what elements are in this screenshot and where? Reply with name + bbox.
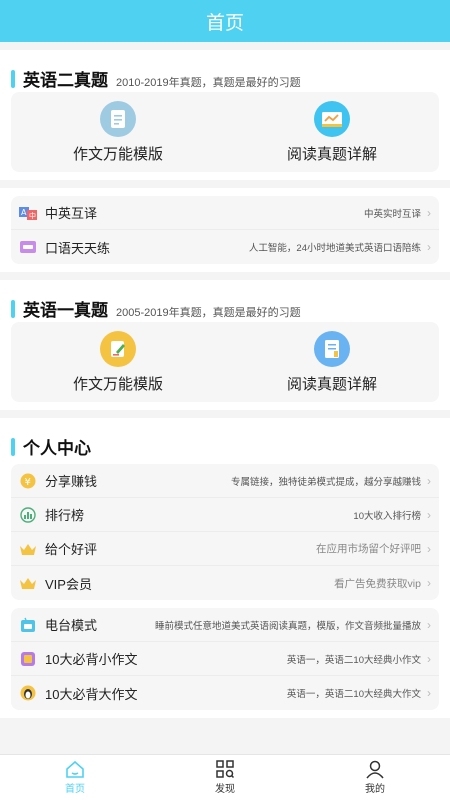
list-item-small-essays[interactable]: 10大必背小作文 英语一，英语二10大经典小作文 › bbox=[11, 642, 439, 676]
chevron-right-icon: › bbox=[427, 507, 431, 522]
chevron-right-icon: › bbox=[427, 473, 431, 488]
chevron-right-icon: › bbox=[427, 205, 431, 220]
list-item-translate[interactable]: A中 中英互译 中英实时互译 › bbox=[11, 196, 439, 230]
tab-label: 首页 bbox=[65, 784, 85, 795]
english2-section: 英语二真题 2010-2019年真题，真题是最好的习题 作文万能模版 阅读真题详… bbox=[0, 50, 450, 180]
translate-icon: A中 bbox=[19, 204, 37, 222]
svg-text:A: A bbox=[21, 208, 27, 217]
tools-list: A中 中英互译 中英实时互译 › 口语天天练 人工智能，24小时地道美式英语口语… bbox=[11, 196, 439, 264]
edit-document-icon bbox=[100, 330, 136, 367]
book-icon bbox=[19, 650, 37, 668]
row-label: 10大必背小作文 bbox=[45, 652, 138, 667]
crown-icon bbox=[19, 540, 37, 558]
chevron-right-icon: › bbox=[427, 651, 431, 666]
english2-grid: 作文万能模版 阅读真题详解 bbox=[11, 92, 439, 172]
svg-text:中: 中 bbox=[29, 211, 36, 220]
row-desc: 看广告免费获取vip bbox=[334, 577, 421, 590]
monitor-chart-icon bbox=[314, 100, 350, 137]
list-item-rate-app[interactable]: 给个好评 在应用市场留个好评吧 › bbox=[11, 532, 439, 566]
row-label: 排行榜 bbox=[45, 508, 85, 523]
list-item-big-essays[interactable]: 10大必背大作文 英语一，英语二10大经典大作文 › bbox=[11, 676, 439, 710]
english2-title-row: 英语二真题 2010-2019年真题，真题是最好的习题 bbox=[11, 58, 439, 92]
section-subtitle: 2005-2019年真题，真题是最好的习题 bbox=[116, 307, 301, 319]
section-accent-bar bbox=[11, 70, 15, 88]
crown-icon bbox=[19, 574, 37, 592]
row-desc: 专属链接，独特徒弟模式提成，越分享越赚钱 bbox=[230, 476, 421, 488]
list-item-leaderboard[interactable]: 排行榜 10大收入排行榜 › bbox=[11, 498, 439, 532]
personal-title-row: 个人中心 bbox=[11, 426, 439, 460]
personal-list: ¥ 分享赚钱 专属链接，独特徒弟模式提成，越分享越赚钱 › 排行榜 10大收入排… bbox=[11, 464, 439, 600]
home-icon bbox=[66, 760, 84, 778]
english1-essay-template[interactable]: 作文万能模版 bbox=[11, 322, 225, 402]
english1-title-row: 英语一真题 2005-2019年真题，真题是最好的习题 bbox=[11, 288, 439, 322]
tab-mine[interactable]: 我的 bbox=[300, 755, 450, 800]
row-label: 电台模式 bbox=[45, 618, 98, 633]
tab-label: 我的 bbox=[365, 784, 385, 795]
list-item-share-earn[interactable]: ¥ 分享赚钱 专属链接，独特徒弟模式提成，越分享越赚钱 › bbox=[11, 464, 439, 498]
chevron-right-icon: › bbox=[427, 240, 431, 254]
row-desc: 人工智能，24小时地道美式英语口语陪练 bbox=[248, 243, 421, 254]
list-item-radio-mode[interactable]: 电台模式 睡前模式任意地道美式英语阅读真题，模版，作文音频批量播放 › bbox=[11, 608, 439, 642]
section-title: 英语一真题 bbox=[23, 301, 108, 320]
row-label: 给个好评 bbox=[45, 542, 98, 557]
ranking-icon bbox=[19, 506, 37, 524]
english2-essay-template[interactable]: 作文万能模版 bbox=[11, 92, 225, 172]
tab-home[interactable]: 首页 bbox=[0, 755, 150, 800]
row-desc: 在应用市场留个好评吧 bbox=[316, 543, 421, 555]
row-desc: 10大收入排行榜 bbox=[353, 510, 421, 522]
page-title: 首页 bbox=[205, 12, 244, 34]
bottom-tab-bar: 首页 发现 我的 bbox=[0, 754, 450, 800]
user-icon bbox=[366, 760, 384, 779]
chevron-right-icon: › bbox=[427, 576, 431, 590]
english1-section: 英语一真题 2005-2019年真题，真题是最好的习题 作文万能模版 阅读真题详… bbox=[0, 280, 450, 410]
section-title: 英语二真题 bbox=[23, 71, 108, 90]
list-item-vip[interactable]: VIP会员 看广告免费获取vip › bbox=[11, 566, 439, 600]
notebook-icon bbox=[314, 330, 350, 367]
row-desc: 英语一，英语二10大经典小作文 bbox=[286, 654, 421, 666]
document-icon bbox=[100, 100, 136, 137]
grid-label: 阅读真题详解 bbox=[286, 145, 377, 163]
section-accent-bar bbox=[11, 438, 15, 456]
row-label: 中英互译 bbox=[45, 206, 98, 221]
section-subtitle: 2010-2019年真题，真题是最好的习题 bbox=[116, 77, 301, 89]
row-label: VIP会员 bbox=[45, 576, 92, 592]
radio-icon bbox=[19, 616, 37, 634]
chevron-right-icon: › bbox=[427, 541, 431, 556]
row-label: 10大必背大作文 bbox=[45, 686, 138, 702]
list-item-speaking[interactable]: 口语天天练 人工智能，24小时地道美式英语口语陪练 › bbox=[11, 230, 439, 264]
extras-list: 电台模式 睡前模式任意地道美式英语阅读真题，模版，作文音频批量播放 › 10大必… bbox=[11, 608, 439, 710]
penguin-icon bbox=[19, 684, 37, 702]
row-desc: 睡前模式任意地道美式英语阅读真题，模版，作文音频批量播放 bbox=[154, 620, 421, 632]
grid-label: 阅读真题详解 bbox=[286, 375, 377, 393]
chevron-right-icon: › bbox=[427, 686, 431, 700]
grid-label: 作文万能模版 bbox=[72, 375, 163, 393]
row-label: 分享赚钱 bbox=[45, 474, 98, 489]
svg-text:¥: ¥ bbox=[25, 477, 31, 488]
personal-section: 个人中心 ¥ 分享赚钱 专属链接，独特徒弟模式提成，越分享越赚钱 › 排行榜 1… bbox=[0, 418, 450, 718]
app-header: 首页 bbox=[0, 0, 450, 42]
row-desc: 中英实时互译 bbox=[363, 208, 421, 220]
grid-search-icon bbox=[216, 760, 235, 779]
tools-section: A中 中英互译 中英实时互译 › 口语天天练 人工智能，24小时地道美式英语口语… bbox=[0, 188, 450, 272]
english2-reading-detail[interactable]: 阅读真题详解 bbox=[225, 92, 439, 172]
grid-label: 作文万能模版 bbox=[72, 145, 163, 163]
ticket-icon bbox=[19, 238, 37, 256]
tab-label: 发现 bbox=[215, 784, 235, 795]
chevron-right-icon: › bbox=[427, 617, 431, 632]
row-label: 口语天天练 bbox=[45, 240, 111, 256]
tab-discover[interactable]: 发现 bbox=[150, 755, 300, 800]
coin-icon: ¥ bbox=[19, 472, 37, 490]
section-accent-bar bbox=[11, 300, 15, 318]
section-title: 个人中心 bbox=[23, 439, 91, 458]
row-desc: 英语一，英语二10大经典大作文 bbox=[286, 689, 421, 700]
english1-grid: 作文万能模版 阅读真题详解 bbox=[11, 322, 439, 402]
english1-reading-detail[interactable]: 阅读真题详解 bbox=[225, 322, 439, 402]
